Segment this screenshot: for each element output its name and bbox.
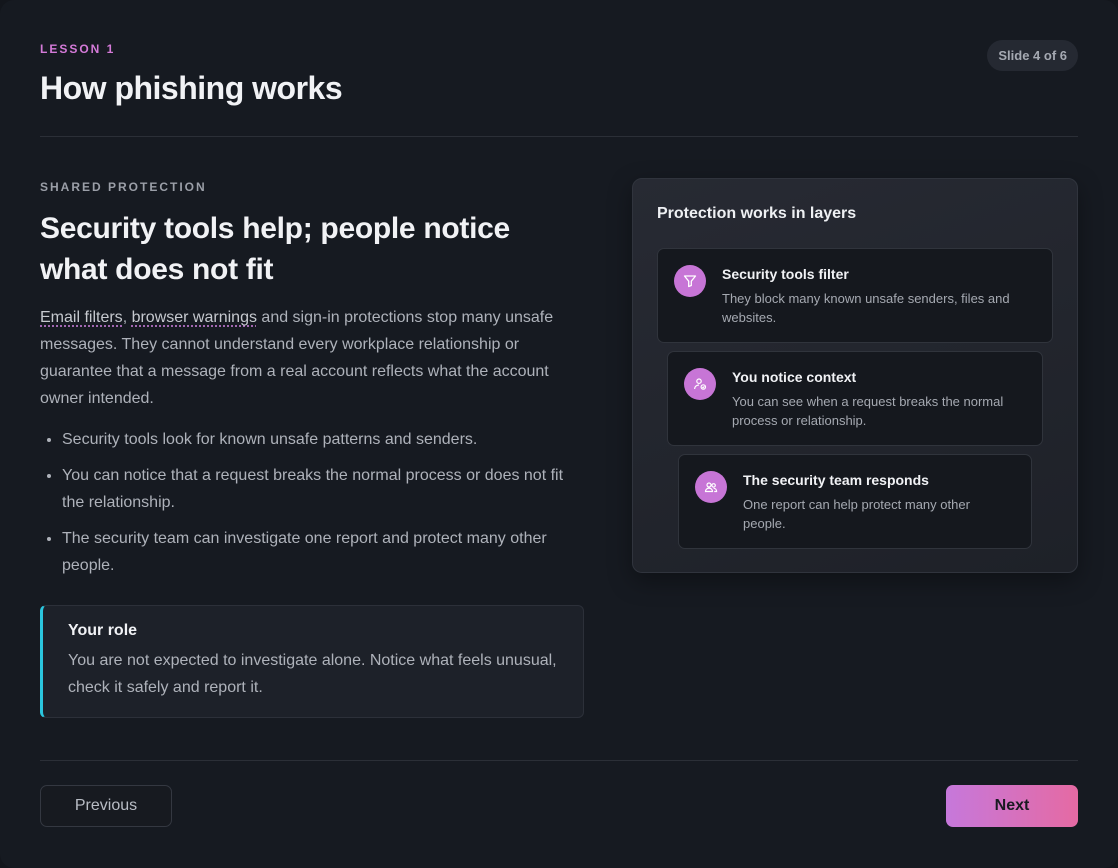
layer-card-you-notice: You notice context You can see when a re… bbox=[667, 351, 1043, 446]
bullet-item: You can notice that a request breaks the… bbox=[62, 462, 585, 516]
layer-card-security-team: The security team responds One report ca… bbox=[678, 454, 1032, 549]
main-content: SHARED PROTECTION Security tools help; p… bbox=[40, 180, 585, 718]
role-callout-text: You are not expected to investigate alon… bbox=[68, 652, 557, 696]
protection-layers-panel: Protection works in layers Security tool… bbox=[632, 178, 1078, 573]
layer-title: You notice context bbox=[732, 369, 857, 385]
term-browser-warnings[interactable]: browser warnings bbox=[132, 309, 257, 326]
layer-title: The security team responds bbox=[743, 472, 929, 488]
slide-header: LESSON 1 How phishing works Slide 4 of 6 bbox=[40, 40, 1078, 107]
lesson-label: LESSON 1 bbox=[40, 42, 116, 56]
layer-description: One report can help protect many other p… bbox=[743, 497, 970, 531]
term-email-filters[interactable]: Email filters bbox=[40, 309, 123, 326]
filter-icon bbox=[674, 265, 706, 297]
slide-indicator-badge: Slide 4 of 6 bbox=[987, 40, 1078, 71]
section-title: Security tools help; people notice what … bbox=[40, 212, 510, 286]
layer-description: They block many known unsafe senders, fi… bbox=[722, 291, 1010, 325]
header-divider bbox=[40, 136, 1078, 137]
role-callout-title: Your role bbox=[68, 622, 138, 639]
layer-card-security-tools: Security tools filter They block many kn… bbox=[657, 248, 1053, 343]
next-button[interactable]: Next bbox=[946, 785, 1078, 827]
page-title: How phishing works bbox=[40, 70, 343, 106]
bullet-item: The security team can investigate one re… bbox=[62, 525, 585, 579]
panel-title: Protection works in layers bbox=[657, 205, 857, 222]
users-icon bbox=[695, 471, 727, 503]
user-check-icon bbox=[684, 368, 716, 400]
intro-separator: , bbox=[122, 309, 132, 326]
role-callout: Your role You are not expected to invest… bbox=[40, 605, 584, 718]
intro-paragraph: Email filters, browser warnings and sign… bbox=[40, 304, 585, 412]
footer-divider bbox=[40, 760, 1078, 761]
slide-frame: LESSON 1 How phishing works Slide 4 of 6… bbox=[0, 0, 1118, 868]
bullet-item: Security tools look for known unsafe pat… bbox=[62, 426, 585, 453]
previous-button[interactable]: Previous bbox=[40, 785, 172, 827]
layer-title: Security tools filter bbox=[722, 266, 849, 282]
bullet-list: Security tools look for known unsafe pat… bbox=[40, 426, 585, 579]
layer-description: You can see when a request breaks the no… bbox=[732, 394, 1004, 428]
section-label: SHARED PROTECTION bbox=[40, 180, 207, 194]
